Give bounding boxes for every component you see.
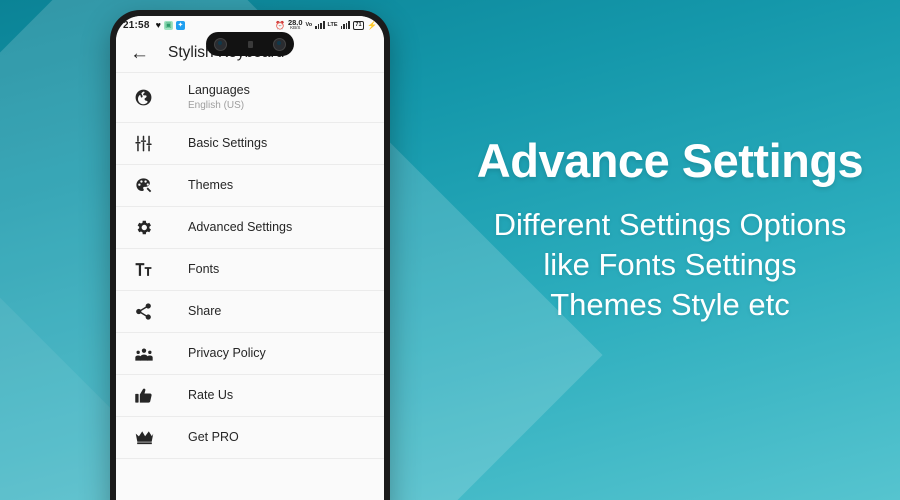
battery-icon: 71 xyxy=(352,20,365,30)
camera-lens-icon xyxy=(214,37,227,51)
list-item-rate-us[interactable]: Rate Us xyxy=(116,374,384,416)
status-bar-notification-icons: ♥ ▣ ✦ xyxy=(155,19,185,30)
promo-banner: 21:58 ♥ ▣ ✦ ⏰ 28.0 KB/S Vo LTE 71 ⚡ ← St… xyxy=(0,0,900,500)
list-item-fonts[interactable]: Fonts xyxy=(116,248,384,290)
palette-icon xyxy=(134,176,168,195)
settings-list: Languages English (US) Basic Settings Th… xyxy=(116,72,384,493)
list-item-label: Fonts xyxy=(188,261,220,276)
list-bottom-filler xyxy=(116,458,384,493)
green-app-icon: ▣ xyxy=(163,20,173,30)
volte-indicator: Vo xyxy=(305,21,313,28)
heart-icon: ♥ xyxy=(155,19,161,30)
status-bar-system-icons: ⏰ 28.0 KB/S Vo LTE 71 ⚡ xyxy=(274,18,377,31)
list-item-text: Advanced Settings xyxy=(188,220,292,236)
list-item-label: Rate Us xyxy=(188,387,234,402)
lte-indicator: LTE xyxy=(327,21,338,28)
list-item-get-pro[interactable]: Get PRO xyxy=(116,416,384,458)
list-item-label: Get PRO xyxy=(188,429,239,444)
network-speed-unit: KB/S xyxy=(290,25,301,31)
camera-cutout xyxy=(206,32,294,56)
list-item-text: Languages English (US) xyxy=(188,83,250,113)
promo-copy: Advance Settings Different Settings Opti… xyxy=(440,136,900,324)
list-item-label: Themes xyxy=(188,177,234,192)
list-item-text: Fonts xyxy=(188,262,219,278)
thumbs-up-icon xyxy=(134,386,168,406)
phone-screen: 21:58 ♥ ▣ ✦ ⏰ 28.0 KB/S Vo LTE 71 ⚡ ← St… xyxy=(116,16,384,500)
list-item-label: Privacy Policy xyxy=(188,345,266,360)
lte-label: LTE xyxy=(327,21,338,28)
list-item-text: Rate Us xyxy=(188,388,233,404)
list-item-text: Themes xyxy=(188,178,233,194)
crown-icon xyxy=(134,427,168,448)
text-format-icon xyxy=(134,260,168,279)
blue-app-icon: ✦ xyxy=(175,20,185,30)
gear-icon xyxy=(134,218,168,237)
charging-icon: ⚡ xyxy=(367,20,377,30)
sliders-icon xyxy=(134,134,168,153)
globe-icon xyxy=(134,88,168,107)
promo-subtext-line-2: like Fonts Settings xyxy=(543,247,797,283)
list-item-label: Languages xyxy=(188,82,250,97)
phone-mockup: 21:58 ♥ ▣ ✦ ⏰ 28.0 KB/S Vo LTE 71 ⚡ ← St… xyxy=(110,10,390,500)
network-speed-indicator: 28.0 KB/S xyxy=(288,18,303,31)
status-bar-clock: 21:58 xyxy=(123,19,150,31)
list-item-text: Share xyxy=(188,304,221,320)
camera-lens-secondary-icon xyxy=(273,37,286,51)
list-item-advanced-settings[interactable]: Advanced Settings xyxy=(116,206,384,248)
alarm-icon: ⏰ xyxy=(274,20,285,30)
signal-bars-icon xyxy=(315,21,325,29)
back-button[interactable]: ← xyxy=(130,44,154,63)
list-item-languages[interactable]: Languages English (US) xyxy=(116,72,384,122)
list-item-share[interactable]: Share xyxy=(116,290,384,332)
promo-subtext-line-3: Themes Style etc xyxy=(550,286,790,322)
promo-subtext-line-1: Different Settings Options xyxy=(493,207,847,243)
list-item-subtitle: English (US) xyxy=(188,100,245,112)
camera-flash-icon xyxy=(247,40,253,48)
list-item-themes[interactable]: Themes xyxy=(116,164,384,206)
people-icon xyxy=(134,344,168,364)
list-item-text: Get PRO xyxy=(188,430,239,446)
volte-label: Vo xyxy=(305,21,313,28)
promo-subtext: Different Settings Options like Fonts Se… xyxy=(440,205,900,324)
list-item-text: Privacy Policy xyxy=(188,346,266,362)
list-item-label: Advanced Settings xyxy=(188,219,293,234)
list-item-label: Share xyxy=(188,303,222,318)
promo-headline: Advance Settings xyxy=(476,134,864,187)
list-item-label: Basic Settings xyxy=(188,135,268,150)
list-item-privacy-policy[interactable]: Privacy Policy xyxy=(116,332,384,374)
list-item-basic-settings[interactable]: Basic Settings xyxy=(116,122,384,164)
share-icon xyxy=(134,302,168,321)
list-item-text: Basic Settings xyxy=(188,136,267,152)
signal-bars-secondary-icon xyxy=(340,21,350,29)
